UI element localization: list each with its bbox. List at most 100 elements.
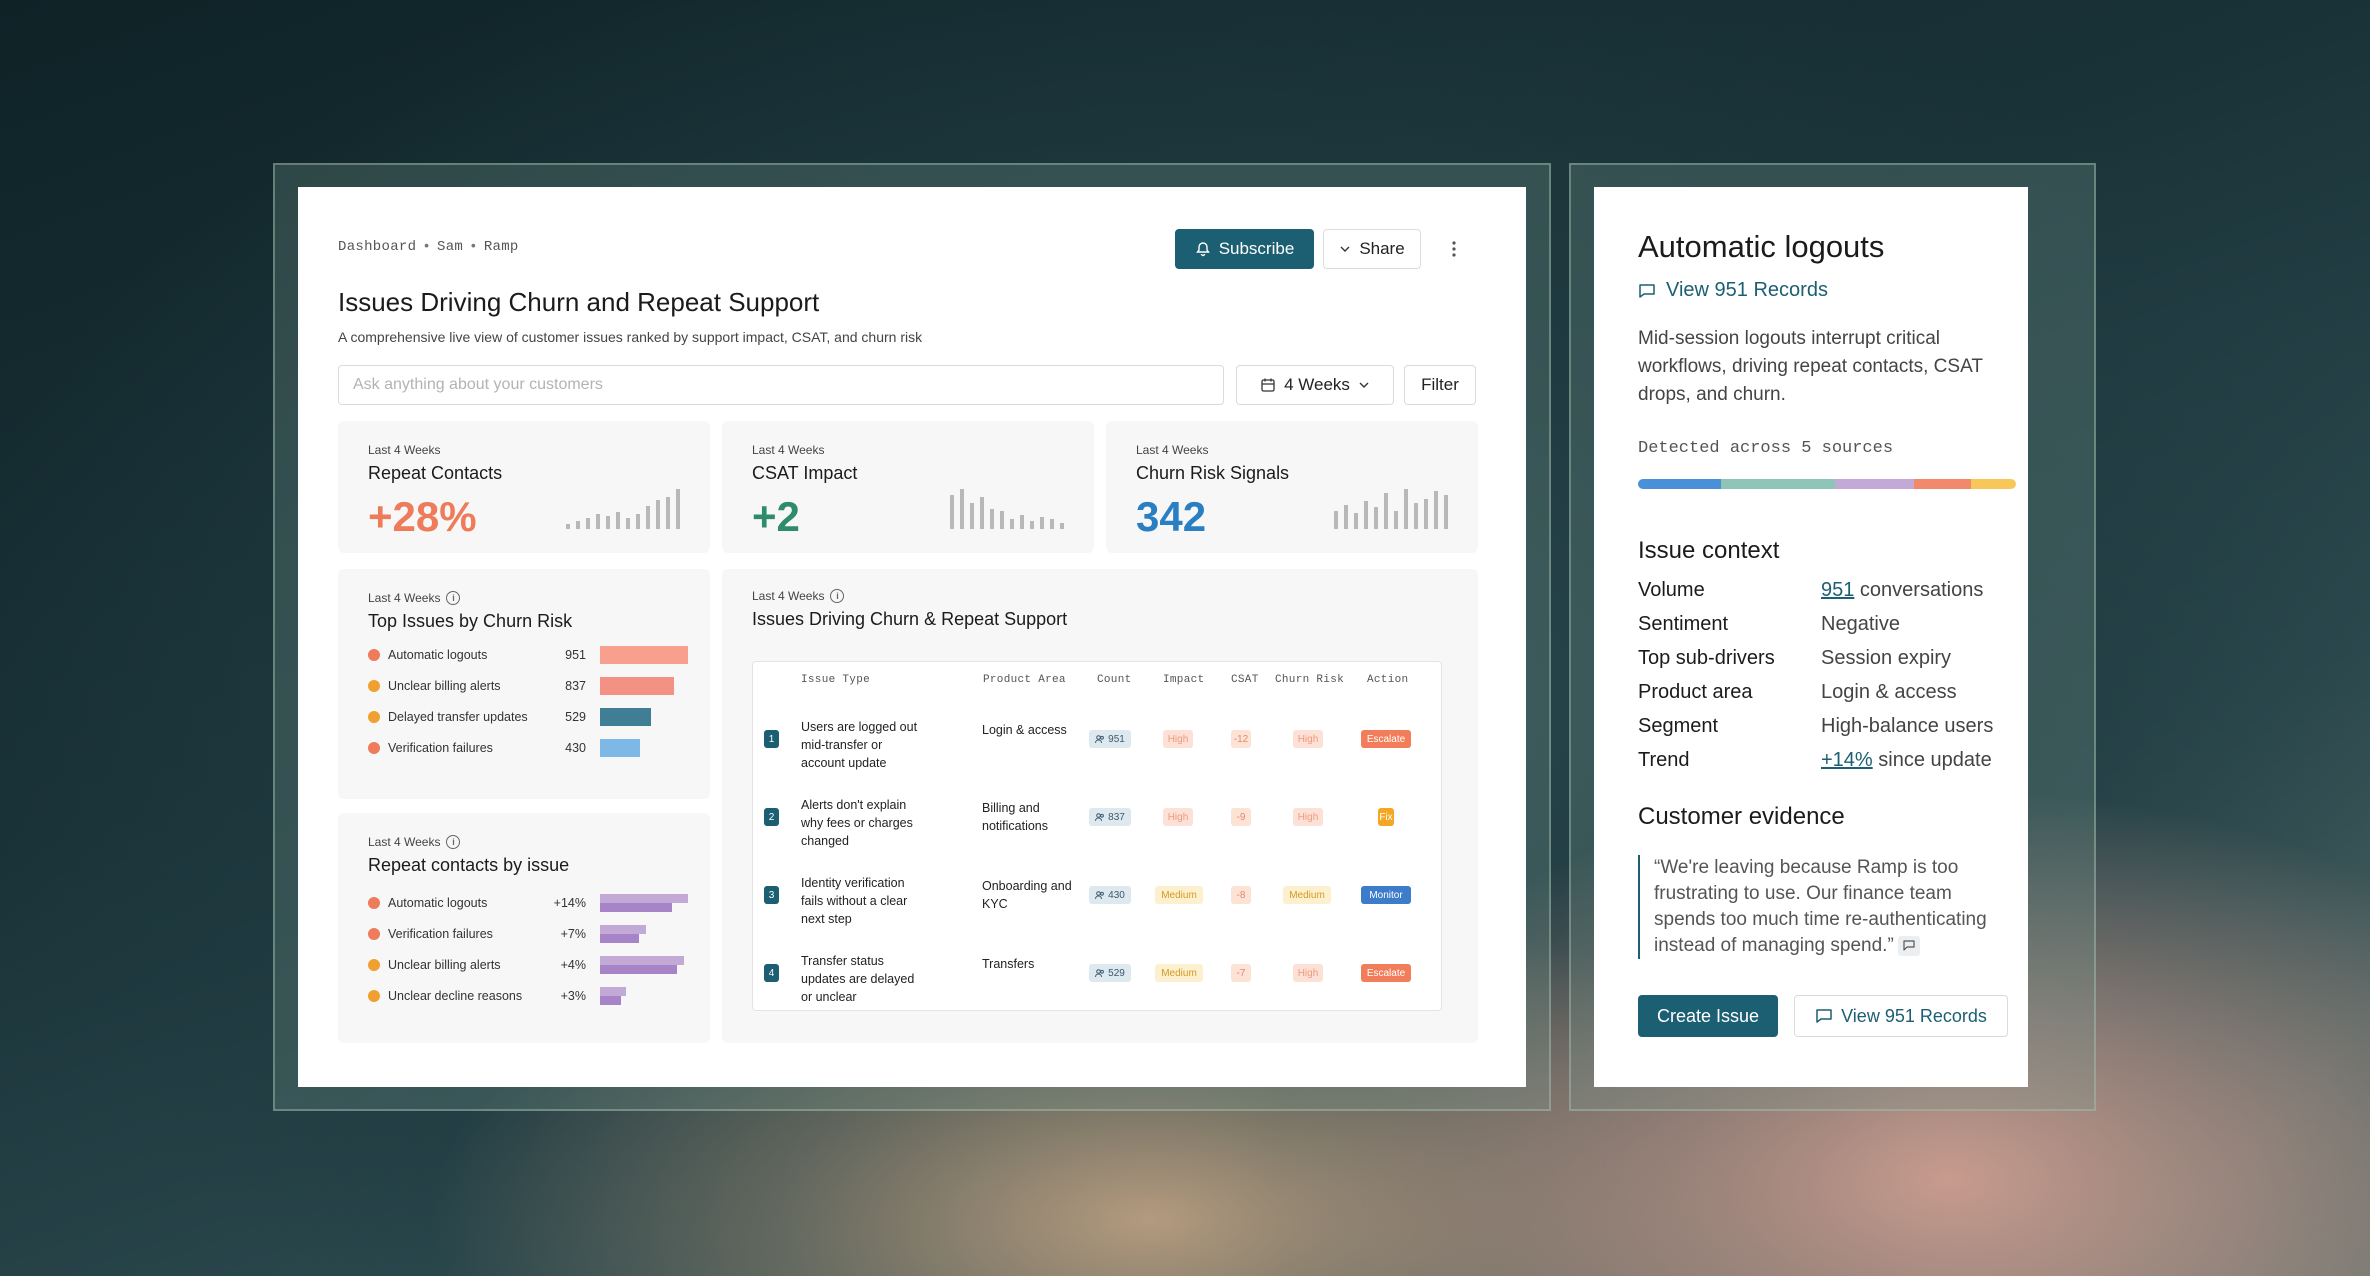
info-icon[interactable]: i (830, 589, 845, 603)
issue-count: 529 (565, 710, 586, 724)
bar (600, 708, 652, 726)
column-header[interactable]: Impact (1163, 674, 1204, 686)
breadcrumb-ramp[interactable]: Ramp (484, 239, 519, 255)
table-row[interactable]: 3 Identity verification fails without a c… (753, 856, 1441, 934)
impact-badge: Medium (1155, 886, 1203, 904)
column-header[interactable]: Churn Risk (1275, 674, 1344, 686)
breadcrumb-dashboard[interactable]: Dashboard (338, 239, 416, 255)
csat-badge: -9 (1231, 808, 1251, 826)
issue-count: 430 (565, 741, 586, 755)
context-value-link[interactable]: 951 (1821, 579, 1854, 601)
column-header[interactable]: Issue Type (801, 674, 870, 686)
bar-previous (600, 934, 639, 943)
issue-change: +7% (560, 927, 586, 941)
users-icon (1095, 890, 1105, 899)
list-item[interactable]: Unclear billing alerts +4% (368, 955, 688, 975)
subscribe-button[interactable]: Subscribe (1175, 229, 1314, 269)
sparkline-bar (626, 518, 630, 529)
sparkline-bar (666, 497, 670, 529)
row-number: 2 (764, 808, 779, 826)
view-records-link[interactable]: View 951 Records (1638, 279, 1828, 302)
list-item[interactable]: Delayed transfer updates 529 (368, 707, 688, 727)
context-value-text: since update (1872, 749, 1992, 771)
breadcrumb-sam[interactable]: Sam (437, 239, 463, 255)
stat-title: Repeat Contacts (368, 463, 503, 483)
subscribe-label: Subscribe (1218, 239, 1295, 258)
comment-icon[interactable] (1897, 935, 1920, 956)
column-header[interactable]: CSAT (1231, 674, 1259, 686)
count-value: 951 (1108, 733, 1125, 745)
stat-value: +2 (752, 493, 800, 540)
context-value-link[interactable]: +14% (1821, 749, 1873, 771)
share-button[interactable]: Share (1323, 229, 1421, 269)
list-item[interactable]: Unclear decline reasons +3% (368, 986, 688, 1006)
list-item[interactable]: Automatic logouts +14% (368, 893, 688, 913)
period-select[interactable]: 4 Weeks (1236, 365, 1394, 405)
sparkline-bar (566, 523, 570, 529)
action-badge[interactable]: Monitor (1361, 886, 1411, 904)
count-value: 837 (1108, 811, 1125, 823)
context-key: Sentiment (1638, 613, 1729, 635)
stat-value: 342 (1136, 493, 1207, 540)
users-icon (1095, 812, 1105, 821)
issue-type: Identity verification fails without a cl… (801, 876, 908, 926)
list-item[interactable]: Verification failures +7% (368, 924, 688, 944)
users-icon (1095, 968, 1105, 977)
issues-table: Issue Type Product Area Count Impact CSA… (752, 661, 1442, 1011)
sparkline-bar (656, 499, 660, 529)
info-icon[interactable]: i (446, 591, 461, 605)
context-value: +14% since update (1821, 749, 1992, 779)
detail-title: Automatic logouts (1638, 229, 1885, 264)
table-row[interactable]: 1 Users are logged out mid-transfer or ac… (753, 700, 1441, 778)
sparkline-bar (1364, 501, 1368, 529)
sparkline-bar (1434, 491, 1438, 529)
status-dot (368, 959, 380, 971)
product-area: Onboarding and KYC (982, 879, 1072, 911)
sparkline-bar (646, 505, 650, 529)
context-row: Segment High-balance users (1638, 715, 2018, 745)
table-row[interactable]: 4 Transfer status updates are delayed or … (753, 934, 1441, 1012)
issue-change: +14% (553, 896, 586, 910)
action-badge[interactable]: Escalate (1361, 964, 1411, 982)
context-value-text: conversations (1854, 579, 1984, 601)
context-value-text: Negative (1821, 613, 1900, 635)
sparkline-bar (970, 503, 974, 529)
create-issue-button[interactable]: Create Issue (1638, 995, 1778, 1037)
issue-count: 951 (565, 648, 586, 662)
count-value: 529 (1108, 967, 1125, 979)
bar-current (600, 894, 688, 903)
sparkline-bar (1384, 493, 1388, 529)
card-title: Issues Driving Churn & Repeat Support (752, 609, 1068, 629)
ask-input[interactable] (338, 365, 1224, 405)
list-item[interactable]: Verification failures 430 (368, 738, 688, 758)
bar-current (600, 956, 684, 965)
product-area: Billing and notifications (982, 801, 1049, 833)
info-icon[interactable]: i (446, 835, 461, 849)
view-records-button[interactable]: View 951 Records (1794, 995, 2008, 1037)
list-item[interactable]: Automatic logouts 951 (368, 645, 688, 665)
list-item[interactable]: Unclear billing alerts 837 (368, 676, 688, 696)
count-badge: 529 (1089, 964, 1131, 982)
column-header[interactable]: Product Area (983, 674, 1066, 686)
bar-previous (600, 996, 622, 1005)
column-header[interactable]: Action (1367, 674, 1408, 686)
dashboard-panel: Dashboard • Sam • Ramp Subscribe Share Issue… (298, 187, 1526, 1087)
column-header[interactable]: Count (1097, 674, 1132, 686)
churn-risk-badge: High (1293, 964, 1323, 982)
issue-label: Unclear decline reasons (388, 989, 523, 1003)
card-period: Last 4 Weeks i (368, 835, 461, 849)
action-badge[interactable]: Escalate (1361, 730, 1411, 748)
stat-card-churn-risk: Last 4 Weeks Churn Risk Signals 342 (1106, 421, 1478, 553)
issue-type: Transfer status updates are delayed or u… (801, 954, 915, 1004)
row-number: 1 (764, 730, 779, 748)
status-dot (368, 897, 380, 909)
context-key: Segment (1638, 715, 1719, 737)
action-badge[interactable]: Fix (1378, 808, 1394, 826)
more-options-icon[interactable] (1440, 229, 1468, 269)
churn-risk-badge: High (1293, 730, 1323, 748)
sparkline-bar (1030, 521, 1034, 529)
filter-button[interactable]: Filter (1404, 365, 1476, 405)
table-row[interactable]: 2 Alerts don't explain why fees or charge… (753, 778, 1441, 856)
context-value: High-balance users (1821, 715, 1993, 745)
sparkline (1334, 485, 1448, 529)
